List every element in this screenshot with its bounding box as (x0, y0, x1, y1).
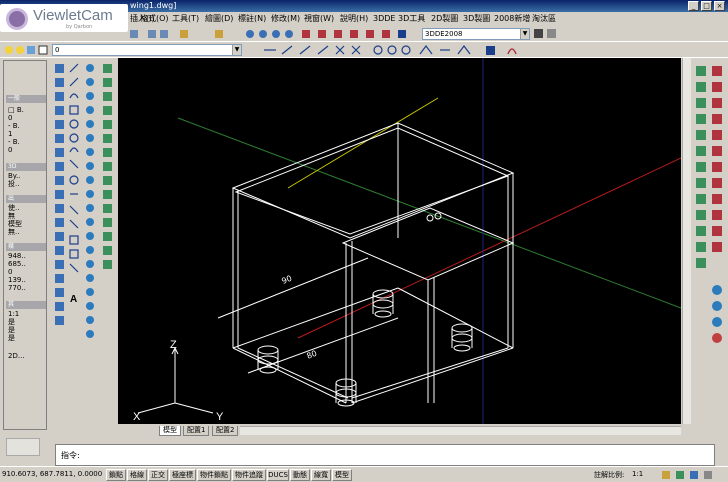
annotation-scale-label: 註解比例: (594, 471, 625, 479)
status-bar: 910.6073, 687.7811, 0.0000 鎖點 格線 正交 極座標 … (0, 466, 728, 482)
yellow-ucs-line (287, 97, 439, 189)
vertical-scrollbar[interactable] (682, 58, 691, 424)
ducs-toggle[interactable]: DUCS (267, 469, 289, 481)
close-button[interactable]: × (714, 1, 725, 11)
drawing-canvas[interactable]: 90 80 X Y Z (118, 58, 682, 424)
status-tray-icons[interactable] (660, 469, 726, 481)
menu-dimension[interactable]: 標註(N) (238, 13, 266, 25)
command-prompt: 指令: (61, 451, 80, 460)
otrack-toggle[interactable]: 物件追蹤 (232, 469, 266, 481)
annotation-scale-value[interactable]: 1:1 (632, 470, 643, 478)
props-section-3d[interactable]: 3D (6, 163, 46, 171)
style-combo-value: 3DDE2008 (425, 30, 463, 38)
axis-y-label: Y (216, 411, 224, 423)
maximize-button[interactable]: □ (701, 1, 712, 11)
lineweight-toggle[interactable]: 線寬 (311, 469, 331, 481)
draw-toolbar-icons[interactable] (250, 44, 530, 56)
dimension-depth: 90 (280, 274, 293, 286)
cabinet-leg (257, 345, 279, 374)
logo-text: ViewletCam (33, 7, 113, 24)
cabinet-leg (451, 323, 473, 352)
prop-row[interactable]: 2D... (8, 351, 46, 361)
osnap-toggle[interactable]: 物件鎖點 (197, 469, 231, 481)
horizontal-scrollbar[interactable] (240, 426, 681, 435)
prop-row[interactable]: 770.. (8, 283, 46, 293)
prop-row[interactable]: 是 (8, 333, 46, 343)
properties-palette: 一般 □ B. 0 - B. 1 - B. 0 3D By.. 投.. 出 使.… (3, 60, 47, 430)
model-space[interactable]: 90 80 X Y Z (118, 58, 682, 424)
menu-window[interactable]: 視窗(W) (304, 13, 334, 25)
draw-modify-toolbars[interactable]: A (52, 60, 116, 424)
menu-obsolete[interactable]: 淘汰區 (532, 13, 556, 25)
logo-icon (6, 8, 28, 30)
ucs-icon (137, 346, 214, 414)
menu-2008new[interactable]: 2008新增 (494, 13, 530, 25)
window-title: wing1.dwg] (130, 1, 177, 10)
viewletcam-logo: ViewletCam by Qarbon (0, 4, 128, 32)
polar-toggle[interactable]: 極座標 (169, 469, 196, 481)
tab-model[interactable]: 模型 (159, 426, 181, 436)
tab-layout2[interactable]: 配置2 (212, 426, 239, 436)
style-combo[interactable]: 3DDE2008 ▼ (422, 28, 530, 40)
props-section-misc[interactable]: 其 (6, 301, 46, 309)
chevron-down-icon[interactable]: ▼ (520, 29, 529, 39)
command-line[interactable]: 指令: (55, 444, 715, 466)
cabinet-leg (372, 289, 394, 318)
logo-subtext: by Qarbon (66, 24, 93, 30)
menu-format[interactable]: 格式(O) (140, 13, 169, 25)
coordinate-readout: 910.6073, 687.7811, 0.0000 (2, 470, 103, 478)
menu-tools[interactable]: 工具(T) (172, 13, 199, 25)
dyn-toggle[interactable]: 動態 (290, 469, 310, 481)
menu-modify[interactable]: 修改(M) (271, 13, 300, 25)
palette-preview (6, 438, 40, 456)
dimension-width: 80 (305, 349, 318, 361)
cabinet-model[interactable] (217, 122, 515, 407)
svg-text:A: A (70, 294, 77, 305)
layer-combo-value: 0 (55, 46, 60, 54)
tab-layout1[interactable]: 配置1 (183, 426, 210, 436)
props-section-print[interactable]: 出 (6, 195, 46, 203)
props-section-general[interactable]: 一般 (6, 95, 46, 103)
toolbar-extra-icons[interactable] (533, 28, 563, 40)
menu-help[interactable]: 說明(H) (340, 13, 368, 25)
menu-3dtools[interactable]: 3D工具 (398, 13, 425, 25)
layer-combo[interactable]: 0 ▼ (52, 44, 242, 56)
grid-toggle[interactable]: 格線 (127, 469, 147, 481)
menu-3dde[interactable]: 3DDE (373, 13, 395, 25)
menu-3ddraft[interactable]: 3D製圖 (463, 13, 490, 25)
snap-toggle[interactable]: 鎖點 (106, 469, 126, 481)
axis-x-label: X (133, 411, 141, 423)
prop-row[interactable]: 投.. (8, 179, 46, 189)
layer-state-icons[interactable] (4, 44, 50, 56)
prop-row[interactable]: 無.. (8, 227, 46, 237)
minimize-button[interactable]: _ (688, 1, 699, 11)
menu-draw[interactable]: 繪圖(D) (205, 13, 233, 25)
axis-z-label: Z (170, 339, 177, 351)
model-toggle[interactable]: 模型 (332, 469, 352, 481)
ortho-toggle[interactable]: 正交 (148, 469, 168, 481)
menu-2ddraft[interactable]: 2D製圖 (431, 13, 458, 25)
right-toolbars[interactable] (692, 60, 728, 360)
chevron-down-icon[interactable]: ▼ (232, 45, 241, 55)
props-section-geometry[interactable]: 幾 (6, 243, 46, 251)
prop-row[interactable]: 0 (8, 145, 46, 155)
